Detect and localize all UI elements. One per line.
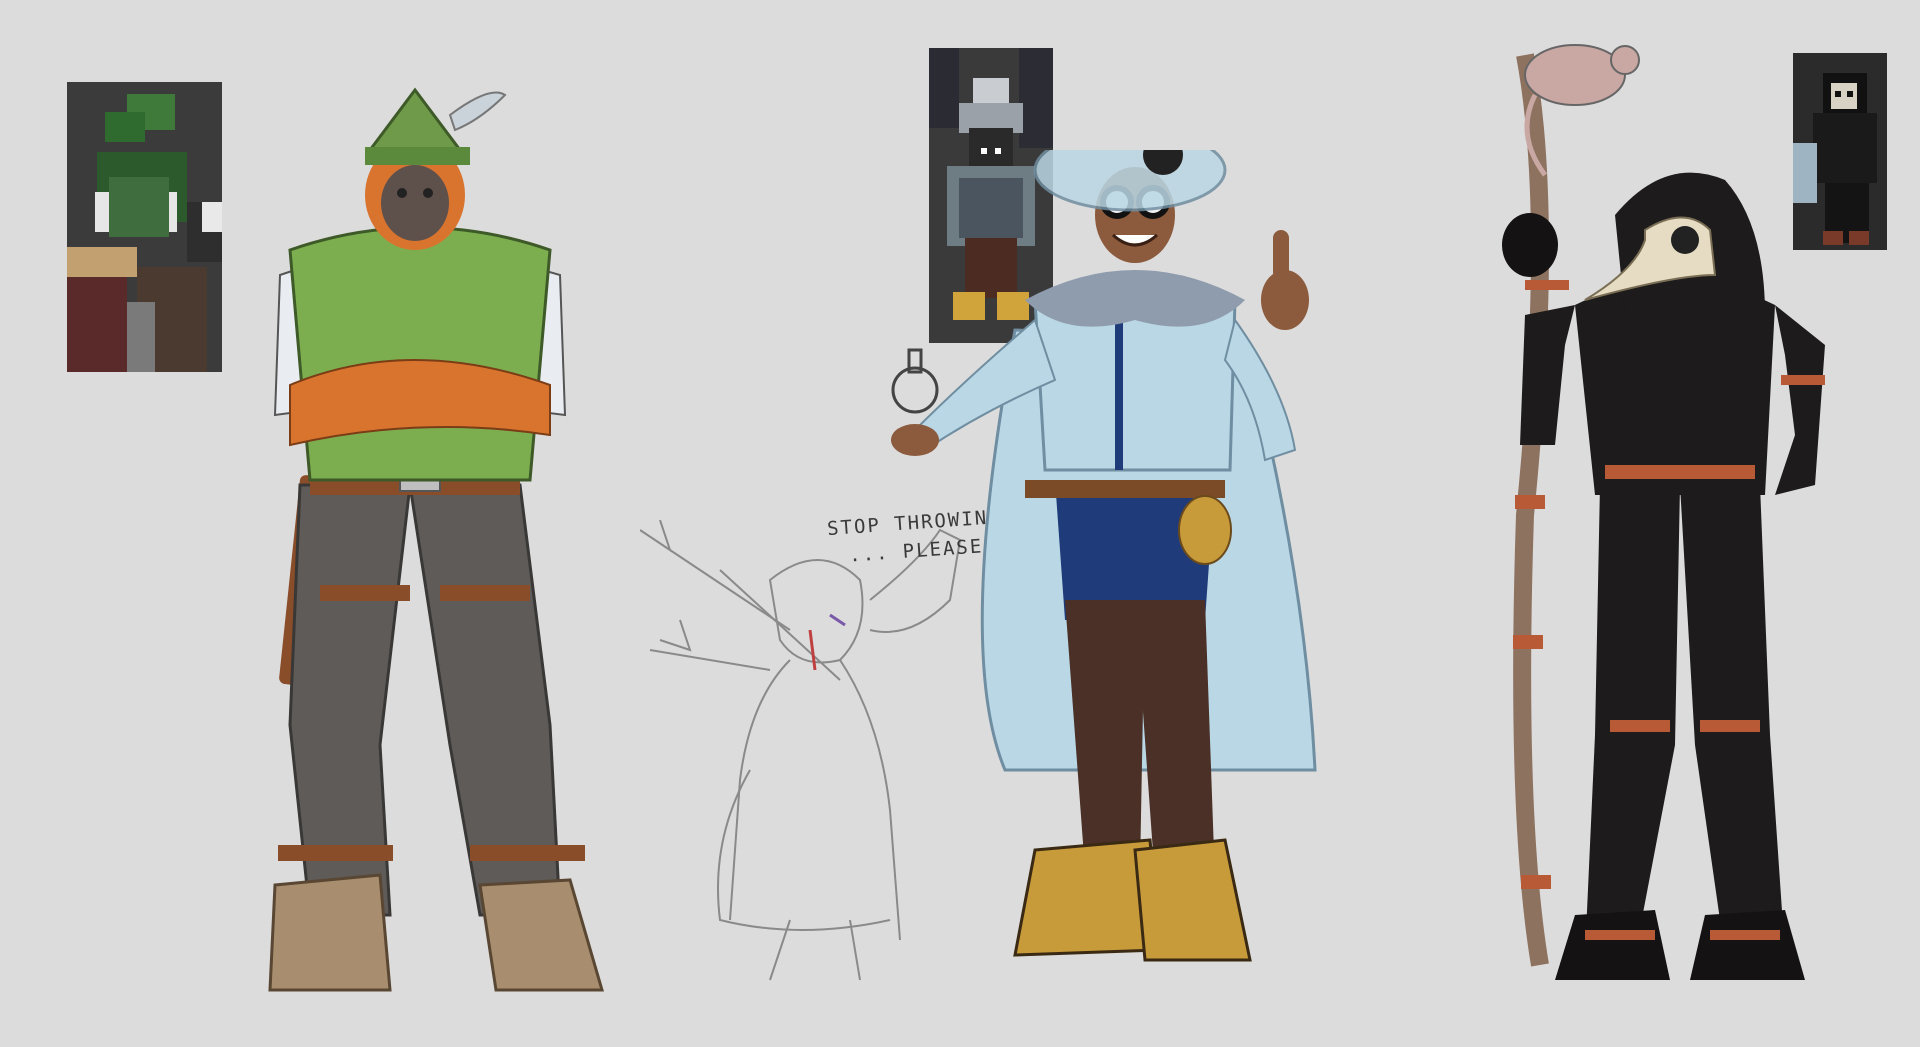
orangutan-ranger: [268, 87, 604, 992]
concept-art-sheet: STOP THROWING ... PLEASE: [0, 0, 1920, 1047]
ranger-voxel-reference: [67, 82, 222, 372]
goggled-alchemist: [891, 150, 1317, 962]
plague-doctor: [1502, 44, 1825, 980]
